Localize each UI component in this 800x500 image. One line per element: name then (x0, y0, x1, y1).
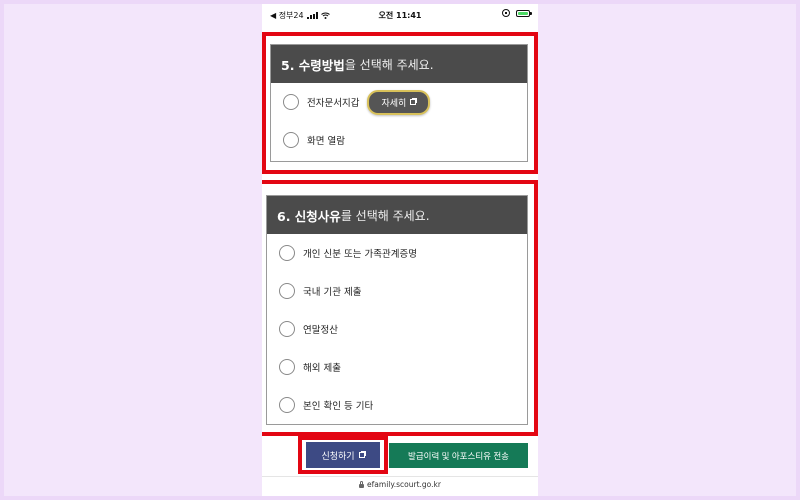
send-button-label: 발급이력 및 아포스티유 전송 (408, 450, 509, 461)
option-identity-family-proof[interactable]: 개인 신분 또는 가족관계증명 (267, 234, 527, 272)
status-right (502, 9, 532, 17)
divider (262, 476, 538, 477)
question5-card: 5. 수령방법 을 선택해 주세요. 전자문서지갑 자세히 화면 열람 (270, 44, 528, 162)
radio-button[interactable] (283, 132, 299, 148)
option-label: 개인 신분 또는 가족관계증명 (303, 249, 417, 260)
question5-title-bold: 5. 수령방법 (281, 57, 345, 73)
detail-button[interactable]: 자세히 (367, 89, 431, 115)
option-label: 해외 제출 (303, 363, 341, 374)
clock-time: 오전 11:41 (378, 11, 422, 20)
orientation-lock-icon (502, 9, 510, 17)
option-identity-check-other[interactable]: 본인 확인 등 기타 (267, 386, 527, 424)
option-year-end-tax[interactable]: 연말정산 (267, 310, 527, 348)
radio-button[interactable] (279, 359, 295, 375)
external-link-icon (410, 98, 418, 105)
send-history-apostille-button[interactable]: 발급이력 및 아포스티유 전송 (389, 443, 528, 468)
option-electronic-wallet[interactable]: 전자문서지갑 자세히 (271, 83, 527, 121)
question6-title-rest: 를 선택해 주세요. (340, 208, 430, 223)
question5-header: 5. 수령방법 을 선택해 주세요. (271, 45, 527, 83)
option-domestic-submission[interactable]: 국내 기관 제출 (267, 272, 527, 310)
status-bar: ◀ 정부24 오전 11:41 (262, 4, 538, 24)
url-bar[interactable]: efamily.scourt.go.kr (262, 480, 538, 489)
question5-title-rest: 을 선택해 주세요. (344, 57, 434, 72)
external-link-icon (358, 451, 366, 458)
radio-button[interactable] (279, 245, 295, 261)
radio-button[interactable] (279, 321, 295, 337)
option-overseas-submission[interactable]: 해외 제출 (267, 348, 527, 386)
phone-screen: ◀ 정부24 오전 11:41 5. 수령방법 을 선택해 주세요. 전자문서지… (262, 4, 538, 496)
url-text: efamily.scourt.go.kr (367, 480, 441, 489)
option-label: 본인 확인 등 기타 (303, 401, 374, 412)
lock-icon (359, 480, 365, 488)
option-label: 화면 열람 (307, 136, 345, 147)
radio-button[interactable] (283, 94, 299, 110)
question6-title-bold: 6. 신청사유 (277, 208, 341, 224)
detail-button-label: 자세히 (381, 98, 407, 109)
option-label: 전자문서지갑 (307, 98, 360, 109)
option-label: 국내 기관 제출 (303, 287, 362, 298)
apply-button[interactable]: 신청하기 (306, 442, 380, 468)
apply-button-label: 신청하기 (321, 450, 355, 461)
question6-card: 6. 신청사유 를 선택해 주세요. 개인 신분 또는 가족관계증명 국내 기관… (266, 195, 528, 425)
radio-button[interactable] (279, 397, 295, 413)
question6-header: 6. 신청사유 를 선택해 주세요. (267, 196, 527, 234)
radio-button[interactable] (279, 283, 295, 299)
option-screen-view[interactable]: 화면 열람 (271, 121, 527, 159)
battery-icon (516, 9, 532, 17)
option-label: 연말정산 (303, 325, 338, 336)
